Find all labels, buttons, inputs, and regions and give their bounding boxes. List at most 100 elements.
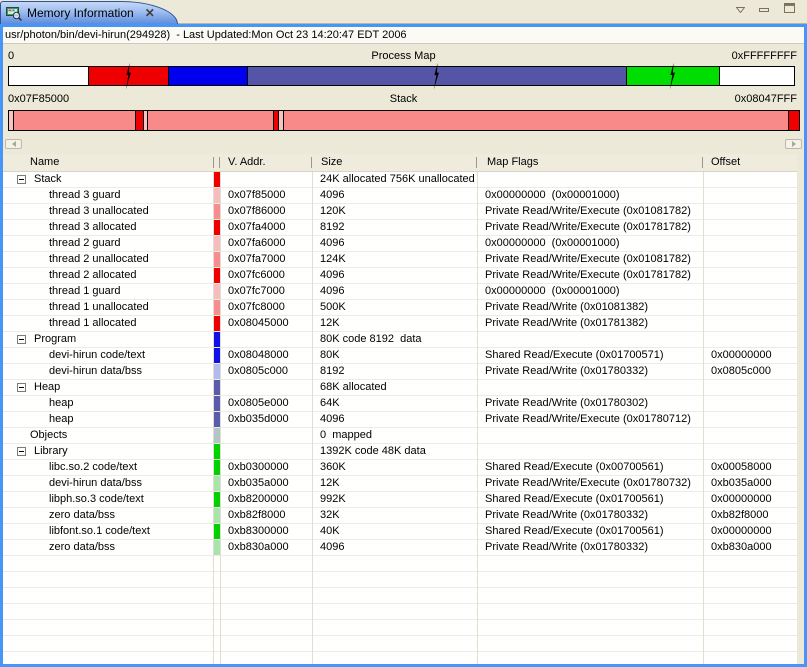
cell-size: 80K code 8192 data (320, 333, 422, 345)
cell-vaddr: 0xb8200000 (228, 493, 289, 505)
cell-mapflags: 0x00000000 (0x00001000) (485, 189, 620, 201)
cell-offset: 0xb035a000 (711, 477, 772, 489)
column-header-separator[interactable] (213, 157, 214, 168)
cell-vaddr: 0x0805e000 (228, 397, 289, 409)
cell-name: zero data/bss (49, 541, 115, 553)
cell-vaddr: 0x07f86000 (228, 205, 286, 217)
cell-name: thread 1 allocated (49, 317, 136, 329)
region-color-chip (214, 252, 220, 267)
table-row[interactable]: thread 2 guard0x07fa600040960x00000000 (… (3, 236, 804, 252)
column-header-separator[interactable] (311, 157, 312, 168)
table-row-empty (3, 620, 804, 636)
cell-offset: 0x0805c000 (711, 365, 771, 377)
cell-size: 360K (320, 461, 346, 473)
view-content: usr/photon/bin/devi-hirun(294928) - Last… (0, 24, 807, 667)
maximize-icon[interactable] (784, 3, 795, 17)
table-row[interactable]: Objects0 mapped (3, 428, 804, 444)
cell-mapflags: Private Read/Write (0x01780332) (485, 541, 648, 553)
table-row[interactable]: thread 3 unallocated0x07f86000120KPrivat… (3, 204, 804, 220)
table-row[interactable]: libc.so.2 code/text0xb0300000360KShared … (3, 460, 804, 476)
table-row[interactable]: thread 1 guard0x07fc700040960x00000000 (… (3, 284, 804, 300)
column-header-vaddr[interactable]: V. Addr. (228, 156, 266, 168)
close-icon[interactable]: ✕ (145, 7, 155, 19)
cell-name: thread 1 guard (49, 285, 121, 297)
cell-name: thread 2 allocated (49, 269, 136, 281)
collapse-toggle-icon[interactable] (17, 175, 26, 184)
scroll-left-icon[interactable] (5, 139, 22, 149)
table-body: Stack24K allocated 756K unallocatedthrea… (3, 172, 804, 664)
table-row[interactable]: thread 3 guard0x07f8500040960x00000000 (… (3, 188, 804, 204)
column-header-size[interactable]: Size (321, 156, 342, 168)
cell-mapflags: 0x00000000 (0x00001000) (485, 237, 620, 249)
cell-name: Objects (30, 429, 67, 441)
tab-memory-information[interactable]: Memory Information ✕ (0, 1, 178, 24)
column-grid-line (220, 172, 221, 664)
column-header-offset[interactable]: Offset (711, 156, 740, 168)
table-row[interactable]: thread 3 allocated0x07fa40008192Private … (3, 220, 804, 236)
process-info-bar: usr/photon/bin/devi-hirun(294928) - Last… (3, 27, 804, 44)
region-color-chip (214, 476, 220, 491)
collapse-toggle-icon[interactable] (17, 447, 26, 456)
table-row[interactable]: zero data/bss0xb830a0004096Private Read/… (3, 540, 804, 556)
memory-region-segment (719, 67, 794, 85)
table-row[interactable]: heap0xb035d0004096Private Read/Write/Exe… (3, 412, 804, 428)
table-row[interactable]: thread 2 allocated0x07fc60004096Private … (3, 268, 804, 284)
cell-mapflags: Private Read/Write (0x01781382) (485, 317, 648, 329)
view-tab-strip: Memory Information ✕ (0, 0, 807, 24)
cell-vaddr: 0x07fc6000 (228, 269, 285, 281)
cell-mapflags: Private Read/Write (0x01780332) (485, 365, 648, 377)
region-color-chip (214, 460, 220, 475)
memory-region-segment (283, 111, 788, 130)
table-row[interactable]: devi-hirun data/bss0xb035a00012KPrivate … (3, 476, 804, 492)
column-grid-line (477, 172, 478, 664)
cell-vaddr: 0x07fa6000 (228, 237, 286, 249)
table-row[interactable]: heap0x0805e00064KPrivate Read/Write (0x0… (3, 396, 804, 412)
cell-mapflags: Shared Read/Execute (0x01700561) (485, 493, 664, 505)
table-row[interactable]: thread 1 allocated0x0804500012KPrivate R… (3, 316, 804, 332)
column-header-mapflags[interactable]: Map Flags (487, 156, 538, 168)
column-header-separator[interactable] (219, 157, 220, 168)
memory-region-segment (147, 111, 273, 130)
table-row[interactable]: Library1392K code 48K data (3, 444, 804, 460)
cell-vaddr: 0xb035a000 (228, 477, 289, 489)
table-row[interactable]: libph.so.3 code/text0xb8200000992KShared… (3, 492, 804, 508)
table-row[interactable]: devi-hirun data/bss0x0805c0008192Private… (3, 364, 804, 380)
table-row[interactable]: thread 1 unallocated0x07fc8000500KPrivat… (3, 300, 804, 316)
stack-title: Stack (3, 93, 804, 106)
scroll-right-icon[interactable] (785, 139, 802, 149)
table-row[interactable]: zero data/bss0xb82f800032KPrivate Read/W… (3, 508, 804, 524)
table-row[interactable]: devi-hirun code/text0x0804800080KShared … (3, 348, 804, 364)
cell-size: 64K (320, 397, 340, 409)
region-color-chip (214, 396, 220, 411)
column-header-separator[interactable] (702, 157, 703, 168)
memory-region-segment (13, 111, 135, 130)
cell-mapflags: Private Read/Write/Execute (0x01081782) (485, 253, 691, 265)
cell-size: 4096 (320, 189, 344, 201)
cell-size: 24K allocated 756K unallocated (320, 173, 475, 185)
collapse-toggle-icon[interactable] (17, 335, 26, 344)
cell-name: Program (34, 333, 76, 345)
column-header-name[interactable]: Name (30, 156, 59, 168)
table-row[interactable]: libfont.so.1 code/text0xb830000040KShare… (3, 524, 804, 540)
table-row[interactable]: Stack24K allocated 756K unallocated (3, 172, 804, 188)
stack-end-label: 0x08047FFF (735, 93, 797, 106)
table-row-empty (3, 652, 804, 664)
table-row[interactable]: thread 2 unallocated0x07fa7000124KPrivat… (3, 252, 804, 268)
cell-size: 8192 (320, 221, 344, 233)
cell-mapflags: Private Read/Write/Execute (0x01781782) (485, 221, 691, 233)
cell-vaddr: 0x07fa7000 (228, 253, 286, 265)
table-row[interactable]: Program 80K code 8192 data (3, 332, 804, 348)
column-grid-line (703, 172, 704, 664)
process-map-bar (8, 66, 795, 86)
collapse-toggle-icon[interactable] (17, 383, 26, 392)
cell-name: thread 2 unallocated (49, 253, 149, 265)
cell-name: thread 3 unallocated (49, 205, 149, 217)
table-row[interactable]: Heap68K allocated (3, 380, 804, 396)
region-color-chip (214, 236, 220, 251)
cell-mapflags: Private Read/Write (0x01780332) (485, 509, 648, 521)
view-menu-chevron-icon[interactable] (736, 4, 745, 16)
column-header-separator[interactable] (476, 157, 477, 168)
minimize-icon[interactable] (759, 4, 770, 16)
region-color-chip (214, 348, 220, 363)
memory-information-view: Memory Information ✕ usr/photon/bin/devi… (0, 0, 807, 667)
